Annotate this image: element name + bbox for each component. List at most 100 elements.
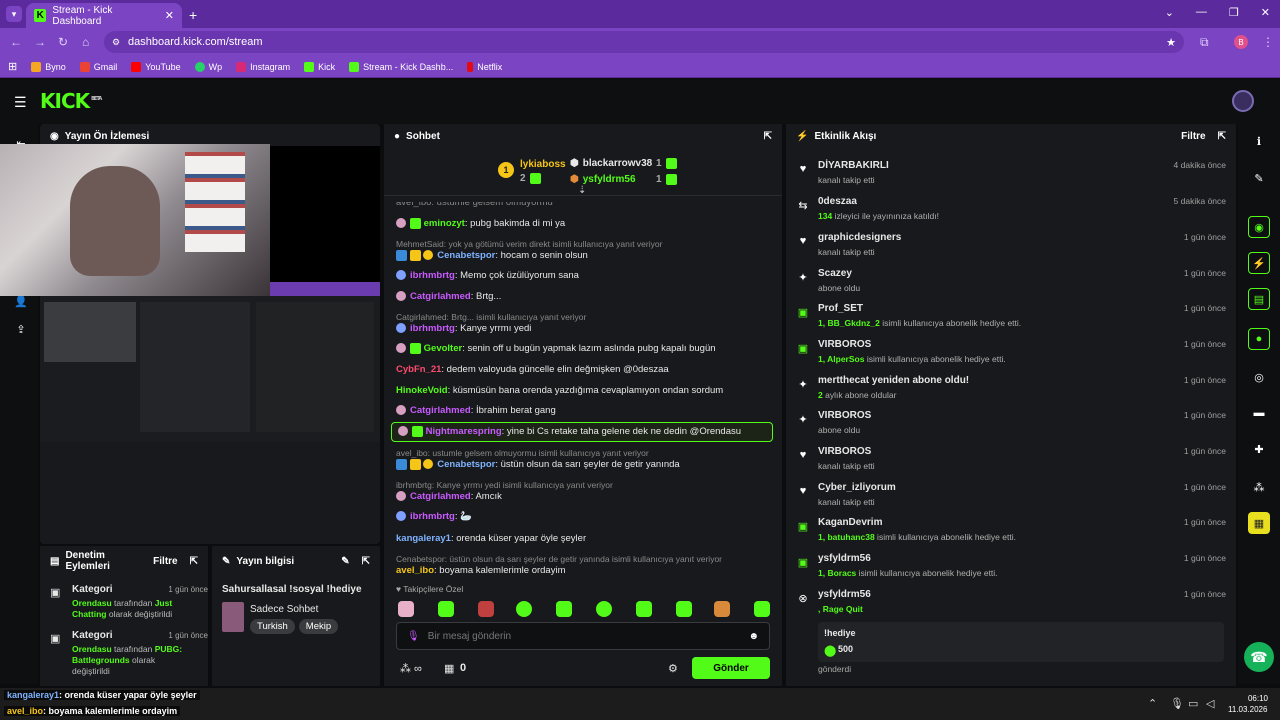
minimize-button[interactable]: —	[1196, 6, 1207, 19]
url-input[interactable]: ⚙ dashboard.kick.com/stream ★	[104, 31, 1184, 53]
site-info-icon[interactable]: ⚙	[112, 37, 120, 48]
broadcast-icon[interactable]: ◎	[1250, 368, 1268, 386]
bookmark-netflix[interactable]: Netflix	[467, 61, 502, 72]
bookmark-gmail[interactable]: Gmail	[79, 61, 117, 72]
moderation-filter-button[interactable]: Filtre	[153, 556, 177, 567]
chat-message: Catgirlahmed: Brtg...	[396, 290, 770, 304]
forward-icon[interactable]: →	[34, 35, 46, 49]
bookmark-byno[interactable]: Byno	[31, 61, 66, 72]
popout-icon[interactable]: ⇱	[190, 556, 198, 567]
user-badge-icon	[398, 426, 408, 437]
chat-input[interactable]: 🎙 Bir mesaj gönderin ☻	[396, 622, 770, 650]
emote-icon[interactable]	[556, 601, 572, 617]
bookmark-youtube[interactable]: YouTube	[131, 61, 181, 72]
mod-badge-icon	[396, 249, 407, 261]
emote-icon[interactable]	[398, 601, 414, 617]
chat-message: Catgirlahmed: Amcık	[396, 490, 770, 504]
bookmark-kick[interactable]: Kick	[304, 61, 335, 72]
edit-icon[interactable]: ✎	[341, 556, 349, 567]
stream-info-header: ✎ Yayın bilgisi ✎ ⇱	[212, 546, 380, 576]
restore-button[interactable]: ❐	[1229, 6, 1239, 19]
network-icon[interactable]: ▭	[1188, 697, 1198, 710]
kick-favicon-icon: K	[34, 9, 47, 22]
url-text: dashboard.kick.com/stream	[128, 36, 263, 48]
chevron-up-icon[interactable]: ⌃	[1148, 697, 1157, 710]
clock-time[interactable]: 06:10	[1228, 694, 1268, 703]
chat-message: HinokeVoid: küsmüsün bana orenda yazdığı…	[396, 385, 724, 396]
bookmark-wp[interactable]: Wp	[194, 61, 222, 72]
points-count: 0	[460, 662, 467, 674]
store-icon[interactable]: ▦	[444, 662, 454, 675]
clock-date[interactable]: 11.03.2026	[1228, 705, 1267, 714]
bookmark-instagram[interactable]: Instagram	[236, 61, 290, 72]
emote-icon[interactable]	[438, 601, 454, 617]
tag-chip[interactable]: Mekip	[298, 619, 339, 634]
emote-icon[interactable]	[714, 601, 730, 617]
menu-kebab-icon[interactable]: ⋮	[1262, 35, 1274, 49]
activity-item: ▣ ysfyldrm56 1, Boracs isimli kullanıcıya …	[797, 553, 1226, 578]
info-icon[interactable]: ℹ	[1250, 132, 1268, 150]
chat-title: Sohbet	[406, 130, 440, 142]
tag-chip[interactable]: Turkish	[250, 619, 295, 634]
close-tab-icon[interactable]: ✕	[165, 9, 174, 22]
microphone-icon[interactable]: 🎙	[407, 631, 420, 642]
emoji-icon[interactable]: ☻	[748, 631, 759, 642]
emote-icon[interactable]	[636, 601, 652, 617]
chat-message: Cenabetspor: üstün olsun da sarı şeyler …	[396, 458, 770, 472]
close-window-button[interactable]: ✕	[1261, 6, 1270, 19]
moderation-toggle-icon[interactable]: ▤	[1248, 288, 1270, 310]
popout-icon[interactable]: ⇱	[1218, 131, 1226, 142]
stream-screen-capture	[40, 282, 380, 442]
expand-icon[interactable]: ⇣	[578, 185, 586, 196]
reload-icon[interactable]: ↻	[58, 35, 68, 49]
home-icon[interactable]: ⌂	[82, 35, 89, 49]
share-icon[interactable]: ⁂	[1250, 478, 1268, 496]
preview-toggle-icon[interactable]: ◉	[1248, 216, 1270, 238]
lightning-icon: ⚡	[796, 130, 809, 142]
new-tab-button[interactable]: +	[189, 7, 197, 23]
chat-message: CybFn_21: dedem valoyuda güncelle elin d…	[396, 364, 669, 375]
activity-toggle-icon[interactable]: ⚡	[1248, 252, 1270, 274]
support-headset-icon[interactable]: ☎	[1244, 642, 1274, 672]
leader-name[interactable]: lykiaboss	[520, 159, 566, 170]
chevron-down-icon[interactable]: ⌄	[1165, 6, 1174, 19]
bookmark-stream[interactable]: Stream - Kick Dashb...	[349, 61, 453, 72]
back-icon[interactable]: ←	[10, 35, 22, 49]
browser-tab[interactable]: K Stream - Kick Dashboard ✕	[26, 3, 182, 28]
layout-icon[interactable]: ▬	[1250, 404, 1268, 422]
pencil-icon[interactable]: ✎	[1250, 169, 1268, 187]
emote-icon[interactable]	[676, 601, 692, 617]
emote-icon[interactable]	[478, 601, 494, 617]
bookmark-star-icon[interactable]: ★	[1166, 36, 1176, 49]
heart-icon: ♥	[799, 449, 807, 461]
user-avatar[interactable]	[1232, 90, 1254, 112]
wrench-icon[interactable]: ✚	[1250, 440, 1268, 458]
infinity-icon[interactable]: ⁂ ∞	[400, 662, 422, 675]
gift-leaderboard: 1 lykiaboss 2 ⬢ blackarrowv38 1 ⬢ ysfyldrm…	[384, 148, 782, 196]
stream-category[interactable]: Sadece Sohbet	[250, 604, 318, 615]
activity-filter-button[interactable]: Filtre	[1181, 131, 1205, 142]
tab-search-button[interactable]: ▾	[6, 6, 22, 22]
activity-item: ♥ VIRBOROS kanalı takip etti 1 gün önce	[796, 446, 1226, 480]
apps-grid-icon[interactable]: ⊞	[8, 60, 17, 73]
emote-icon[interactable]	[754, 601, 770, 617]
chat-toggle-icon[interactable]: ●	[1248, 328, 1270, 350]
raid-icon: ⇆	[798, 199, 808, 212]
profile-avatar[interactable]: B	[1234, 35, 1248, 49]
clapper-icon[interactable]: ▦	[1248, 512, 1270, 534]
settings-gear-icon[interactable]: ⚙	[668, 662, 678, 675]
stream-overlay-chat: avel_ibo: boyama kalemlerimle ordayim	[4, 706, 181, 716]
chat-message: Gevolter: senin off u bugün yapmak lazım…	[396, 342, 770, 356]
popout-icon[interactable]: ⇱	[764, 131, 772, 142]
popout-icon[interactable]: ⇱	[362, 556, 370, 567]
emote-icon[interactable]	[516, 601, 532, 617]
extensions-icon[interactable]: ⧉	[1200, 35, 1209, 50]
volume-icon[interactable]: ◁	[1206, 697, 1214, 710]
hamburger-menu-icon[interactable]: ☰	[14, 94, 27, 111]
kick-logo[interactable]: KICK BETA	[40, 89, 102, 113]
microphone-tray-icon[interactable]: 🎙	[1170, 697, 1184, 710]
upload-icon[interactable]: ⇪	[12, 320, 30, 338]
send-button[interactable]: Gönder	[692, 657, 770, 679]
heart-icon: ♥	[799, 163, 807, 175]
emote-icon[interactable]	[596, 601, 612, 617]
